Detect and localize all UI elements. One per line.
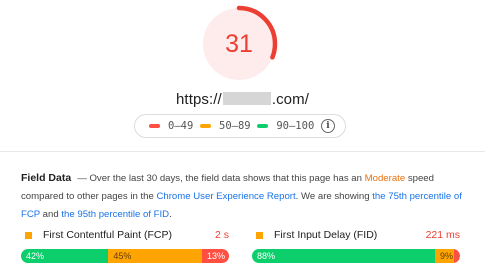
page-url: https:// .com/: [0, 91, 485, 108]
legend-swatch-pass: [257, 124, 269, 128]
legend-label-average: 50–89: [219, 120, 251, 132]
fid-fast-label: 88%: [257, 251, 276, 261]
fid-slow-segment: 3%: [453, 249, 460, 263]
legend-item-fail: 0–49: [149, 120, 193, 132]
metric-fcp-header: First Contentful Paint (FCP) 2 s: [21, 228, 229, 242]
metric-fid-value: 221 ms: [425, 229, 460, 241]
field-data-rating: Moderate: [364, 173, 406, 184]
chrome-ux-report-link[interactable]: Chrome User Experience Report: [156, 191, 295, 202]
metric-fid-name: First Input Delay (FID): [274, 229, 378, 241]
field-data-text-3: . We are showing: [295, 191, 373, 202]
fid-percentile-link[interactable]: the 95th percentile of FID: [61, 209, 169, 220]
fcp-slow-segment: 13%: [201, 249, 229, 263]
metric-fcp: First Contentful Paint (FCP) 2 s 42% 45%…: [21, 228, 229, 263]
fid-slow-label: 3%: [459, 251, 460, 261]
field-data-title: Field Data: [21, 172, 72, 184]
fid-fast-segment: 88%: [252, 249, 436, 263]
fcp-slow-label: 13%: [206, 251, 225, 261]
metric-fid-distribution-bar: 88% 9% 3%: [252, 249, 460, 263]
metric-fcp-distribution-bar: 42% 45% 13%: [21, 249, 229, 263]
fcp-average-segment: 45%: [108, 249, 202, 263]
info-icon[interactable]: i: [321, 119, 335, 133]
legend-item-average: 50–89: [200, 120, 251, 132]
metric-fid: First Input Delay (FID) 221 ms 88% 9% 3%: [252, 228, 460, 263]
fcp-fast-label: 42%: [26, 251, 45, 261]
section-divider: [0, 151, 485, 152]
performance-score-gauge: 31: [199, 4, 279, 84]
fcp-fast-segment: 42%: [21, 249, 109, 263]
url-suffix: .com/: [271, 91, 309, 108]
legend-swatch-average: [200, 124, 212, 128]
fcp-average-label: 45%: [113, 251, 132, 261]
legend-label-fail: 0–49: [168, 120, 194, 132]
field-data-text-5: .: [169, 209, 172, 220]
metric-fid-header: First Input Delay (FID) 221 ms: [252, 228, 460, 242]
metric-fcp-value: 2 s: [214, 229, 229, 241]
field-data-text-4: and: [40, 209, 62, 220]
redacted-domain: [222, 92, 271, 105]
field-data-description: Field Data — Over the last 30 days, the f…: [21, 169, 471, 224]
average-square-icon: [25, 231, 32, 239]
url-prefix: https://: [175, 91, 222, 108]
score-legend: 0–49 50–89 90–100 i: [134, 114, 346, 138]
metric-fcp-name: First Contentful Paint (FCP): [43, 229, 172, 241]
legend-label-pass: 90–100: [276, 120, 315, 132]
legend-swatch-fail: [149, 124, 160, 128]
performance-score: 31: [225, 29, 253, 58]
fid-average-label: 9%: [440, 251, 454, 261]
average-square-icon: [256, 231, 263, 239]
fid-average-segment: 9%: [435, 249, 454, 263]
legend-item-pass: 90–100: [257, 120, 314, 132]
field-data-text-1: — Over the last 30 days, the field data …: [77, 173, 365, 184]
